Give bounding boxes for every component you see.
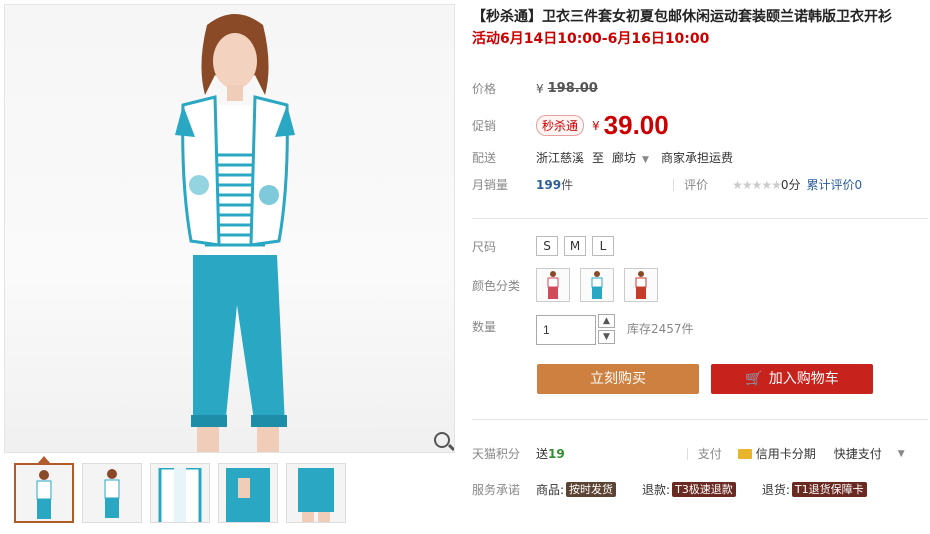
- fast-refund-tag[interactable]: T3极速退款: [672, 482, 736, 497]
- color-label: 颜色分类: [472, 278, 521, 293]
- quantity-stepper: ▲ ▼: [598, 314, 615, 346]
- color-option-2[interactable]: [580, 268, 614, 302]
- size-label: 尺码: [472, 239, 497, 254]
- return-word: 退货:: [761, 483, 790, 497]
- divider: [472, 218, 928, 219]
- rating-score: 0分: [780, 178, 801, 192]
- quick-pay[interactable]: 快捷支付: [834, 445, 882, 462]
- points-row: 天猫积分 送 19 支付 信用卡分期 快捷支付 ▼: [472, 445, 922, 462]
- destination-text: 廊坊: [612, 151, 637, 165]
- active-thumb-arrow-icon: [38, 456, 50, 463]
- product-title: 【秒杀通】卫衣三件套女初夏包邮休闲运动套装颐兰诺韩版卫衣开衫: [472, 9, 892, 25]
- send-word: 送: [536, 447, 549, 461]
- increment-icon[interactable]: ▲: [598, 314, 615, 328]
- quantity-input[interactable]: [536, 315, 596, 345]
- destination-select[interactable]: 廊坊 ▼: [612, 149, 649, 166]
- promotion-price: 39.00: [603, 110, 669, 140]
- add-to-cart-label: 加入购物车: [768, 371, 839, 387]
- pay-label: 支付: [697, 447, 722, 461]
- add-to-cart-button[interactable]: 🛒 加入购物车: [711, 364, 873, 394]
- service-label: 服务承诺: [472, 483, 521, 497]
- stock-text: 库存2457件: [627, 322, 694, 336]
- size-option-l[interactable]: L: [592, 236, 614, 256]
- credit-installment[interactable]: 信用卡分期: [756, 445, 816, 462]
- shipping-note: 商家承担运费: [660, 151, 733, 165]
- zoom-icon[interactable]: [434, 432, 450, 448]
- sales-row: 月销量 199 件 评价 ★★★★★ 0分 累计评价0: [472, 176, 862, 193]
- service-row: 服务承诺 商品: 按时发货 退款: T3极速退款 退货: T1退货保障卡: [472, 481, 867, 498]
- sales-unit: 件: [561, 178, 574, 192]
- promotion-row: 促销 秒杀通 ¥ 39.00: [472, 110, 669, 141]
- main-product-image[interactable]: [4, 4, 455, 453]
- product-page: 【秒杀通】卫衣三件套女初夏包邮休闲运动套装颐兰诺韩版卫衣开衫 活动6月14日10…: [0, 0, 930, 534]
- original-price: 198.00: [547, 81, 598, 96]
- sales-label: 月销量: [472, 178, 509, 192]
- divider: [686, 447, 688, 460]
- thumb-figure: [226, 468, 270, 522]
- credit-card-icon: [737, 448, 752, 459]
- promo-period: 活动6月14日10:00-6月16日10:00: [472, 31, 710, 47]
- color-option-3[interactable]: [624, 268, 658, 302]
- thumbnail-strip: [14, 463, 346, 525]
- color-swatch-figure: [547, 271, 559, 299]
- divider: [673, 178, 675, 191]
- points-label: 天猫积分: [472, 447, 521, 461]
- review-text: 累计评价: [806, 178, 855, 192]
- shipping-row: 配送 浙江慈溪 至 廊坊 ▼ 商家承担运费: [472, 149, 733, 166]
- thumbnail-3[interactable]: [150, 463, 210, 523]
- review-count: 0: [854, 178, 863, 192]
- to-word: 至: [592, 151, 605, 165]
- thumbnail-2[interactable]: [82, 463, 142, 523]
- currency-symbol: ¥: [592, 118, 600, 133]
- goods-word: 商品:: [536, 483, 565, 497]
- ship-from: 浙江慈溪: [536, 151, 585, 165]
- shipping-label: 配送: [472, 151, 497, 165]
- chevron-down-icon: ▼: [642, 155, 649, 165]
- decrement-icon[interactable]: ▼: [598, 330, 615, 344]
- color-option-1[interactable]: [536, 268, 570, 302]
- promotion-label: 促销: [472, 119, 497, 133]
- model-figure: [175, 14, 295, 452]
- color-row: 颜色分类: [472, 268, 668, 302]
- points-value: 19: [548, 446, 565, 461]
- rating-label: 评价: [684, 178, 709, 192]
- chevron-down-icon[interactable]: ▼: [898, 449, 905, 459]
- price-row: 价格 ¥ 198.00: [472, 80, 598, 97]
- return-guarantee-tag[interactable]: T1退货保障卡: [791, 482, 867, 497]
- review-link[interactable]: 累计评价0: [807, 176, 863, 193]
- quantity-row: 数量 ▲ ▼ 库存2457件: [472, 314, 694, 346]
- sales-count: 199: [536, 177, 562, 192]
- buy-now-button[interactable]: 立刻购买: [537, 364, 699, 394]
- thumb-figure: [158, 468, 202, 522]
- divider: [472, 419, 928, 420]
- thumb-figure: [104, 469, 120, 518]
- currency-symbol: ¥: [536, 81, 544, 96]
- size-option-m[interactable]: M: [564, 236, 586, 256]
- size-row: 尺码 S M L: [472, 236, 620, 256]
- thumbnail-5[interactable]: [286, 463, 346, 523]
- quantity-label: 数量: [472, 320, 497, 334]
- thumbnail-4[interactable]: [218, 463, 278, 523]
- price-label: 价格: [472, 82, 497, 96]
- thumb-figure: [36, 470, 52, 519]
- flash-sale-badge: 秒杀通: [536, 115, 585, 136]
- rating-stars-icon: ★★★★★: [732, 177, 782, 192]
- color-swatch-figure: [591, 271, 603, 299]
- size-option-s[interactable]: S: [536, 236, 558, 256]
- color-swatch-figure: [635, 271, 647, 299]
- product-header: 【秒杀通】卫衣三件套女初夏包邮休闲运动套装颐兰诺韩版卫衣开衫 活动6月14日10…: [472, 6, 930, 50]
- thumbnail-1[interactable]: [14, 463, 74, 523]
- ontime-shipping-tag[interactable]: 按时发货: [566, 482, 617, 497]
- refund-word: 退款:: [642, 483, 671, 497]
- cart-icon: 🛒: [745, 371, 763, 387]
- thumb-figure: [298, 468, 334, 522]
